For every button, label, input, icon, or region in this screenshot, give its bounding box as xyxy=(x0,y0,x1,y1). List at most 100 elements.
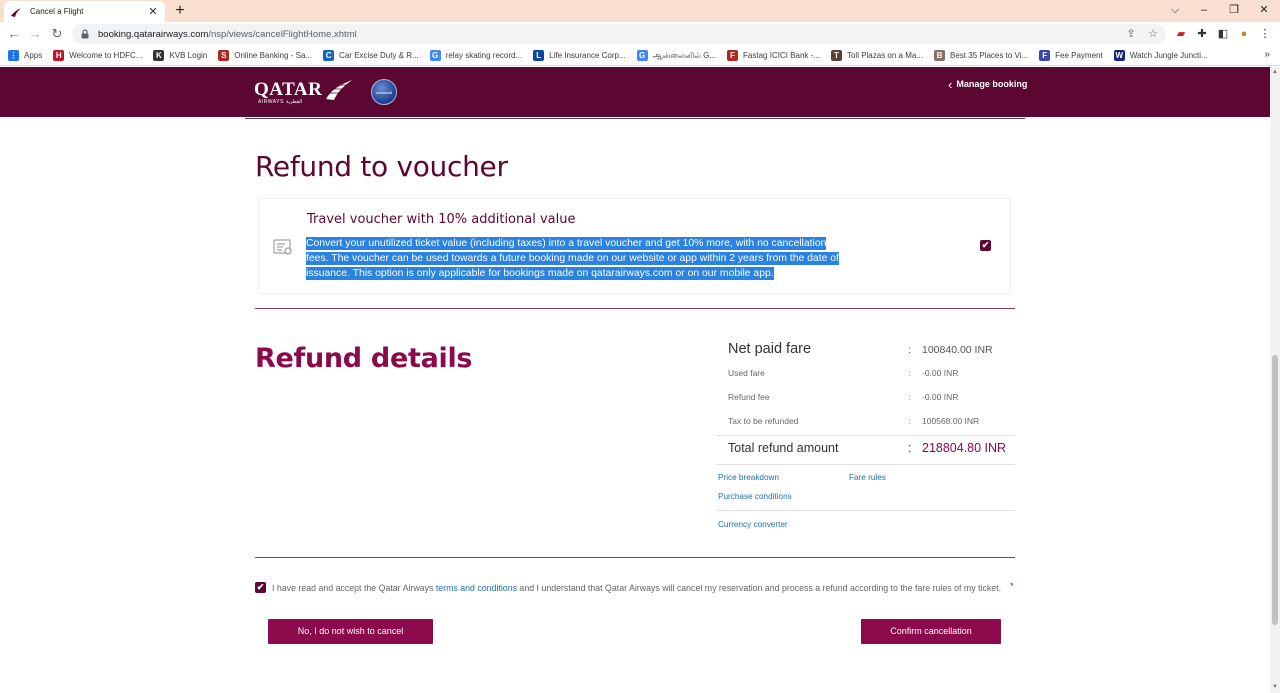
bookmark-favicon-icon: L xyxy=(533,50,545,61)
bookmark-item[interactable]: K KVB Login xyxy=(153,50,207,61)
bookmark-label: Watch Jungle Juncti... xyxy=(1129,51,1208,60)
bookmark-favicon-icon: G xyxy=(429,50,441,61)
fare-divider xyxy=(716,464,1015,465)
fare-value: 100568.00 INR xyxy=(922,416,980,426)
bookmark-favicon-icon: ⋮ xyxy=(8,50,19,61)
bookmark-item[interactable]: B Best 35 Places to Vi... xyxy=(934,50,1028,61)
fare-label: Total refund amount xyxy=(728,441,839,455)
bookmark-item[interactable]: Grelay skating record... xyxy=(429,50,523,61)
tab-search-icon[interactable]: ⌵ xyxy=(1160,0,1190,22)
bookmark-item[interactable]: ⋮ Apps xyxy=(8,50,42,61)
back-button[interactable]: ← xyxy=(6,25,22,43)
page-scrollbar[interactable]: ▲ ▼ xyxy=(1270,67,1280,693)
bookmark-star-icon[interactable]: ☆ xyxy=(1146,24,1160,44)
browser-menu-icon[interactable]: ⋮ xyxy=(1258,26,1272,42)
oneworld-logo: oneworld xyxy=(371,79,397,105)
bookmark-favicon-icon: G xyxy=(636,50,648,61)
bookmark-favicon-icon: F xyxy=(727,50,739,61)
section-divider xyxy=(255,308,1015,309)
site-header: QATAR AIRWAYS القطرية oneworld ‹ Manage … xyxy=(0,67,1270,117)
manage-booking-label: Manage booking xyxy=(956,79,1028,89)
bookmarks-more-icon[interactable]: » xyxy=(1264,49,1270,60)
bookmark-item[interactable]: L Life Insurance Corp... xyxy=(533,50,626,61)
bookmark-label: Online Banking - Sa... xyxy=(234,51,313,60)
voucher-description-text: Convert your unutilized ticket value (in… xyxy=(306,237,839,280)
scroll-up-icon[interactable]: ▲ xyxy=(1271,68,1279,76)
fare-value: -0.00 INR xyxy=(922,368,959,378)
price-breakdown-link[interactable]: Price breakdown xyxy=(718,473,779,482)
bookmark-item[interactable]: S Online Banking - Sa... xyxy=(218,50,312,61)
required-marker: * xyxy=(1010,581,1014,591)
consent-text-before: I have read and accept the Qatar Airways xyxy=(272,583,436,593)
oryx-logo-icon xyxy=(326,80,353,100)
fare-label: Used fare xyxy=(728,368,765,378)
terms-conditions-link[interactable]: terms and conditions xyxy=(436,583,517,593)
voucher-option-card[interactable]: Travel voucher with 10% additional value… xyxy=(258,198,1011,294)
do-not-cancel-button[interactable]: No, I do not wish to cancel xyxy=(268,619,433,644)
consent-checkbox[interactable]: ✔ xyxy=(255,582,266,593)
profile-avatar[interactable]: ● xyxy=(1237,26,1251,42)
bookmark-item[interactable]: T Toll Plazas on a Ma... xyxy=(830,50,923,61)
total-refund-amount: 218804.80 INR xyxy=(922,441,1007,455)
restore-button[interactable]: ❐ xyxy=(1219,0,1249,22)
bookmark-label: Fee Payment xyxy=(1055,51,1103,60)
qatar-favicon-icon xyxy=(11,7,21,17)
fare-rules-link[interactable]: Fare rules xyxy=(849,473,886,482)
voucher-option-title: Travel voucher with 10% additional value xyxy=(307,212,576,227)
share-icon[interactable]: ⇪ xyxy=(1124,24,1138,44)
minimize-button[interactable]: – xyxy=(1189,0,1219,22)
bookmark-favicon-icon: T xyxy=(830,50,842,61)
bookmark-item[interactable]: H Welcome to HDFC... xyxy=(53,50,142,61)
forward-button[interactable]: → xyxy=(27,25,43,43)
new-tab-button[interactable]: + xyxy=(172,2,188,20)
fare-colon: : xyxy=(908,441,912,455)
scroll-down-icon[interactable]: ▼ xyxy=(1271,683,1279,691)
oneworld-label: oneworld xyxy=(375,89,393,95)
bookmark-item[interactable]: G ஆன்லைனில் G... xyxy=(636,50,716,61)
bookmark-item[interactable]: F Fee Payment xyxy=(1039,50,1103,61)
consent-text: I have read and accept the Qatar Airways… xyxy=(272,581,1007,595)
extensions-puzzle-icon[interactable]: ✚ xyxy=(1195,26,1209,42)
consent-text-after: and I understand that Qatar Airways will… xyxy=(516,583,1002,593)
total-refund-row: Total refund amount : 218804.80 INR xyxy=(728,441,1008,455)
bookmark-item[interactable]: W Watch Jungle Juncti... xyxy=(1113,50,1208,61)
tax-refunded-row: Tax to be refunded : 100568.00 INR xyxy=(728,416,1008,426)
url-host: booking.qatarairways.com xyxy=(98,28,209,40)
currency-converter-link[interactable]: Currency converter xyxy=(718,520,788,529)
address-bar[interactable]: booking.qatarairways.com/nsp/views/cance… xyxy=(72,24,1166,44)
close-window-button[interactable]: ✕ xyxy=(1249,0,1279,22)
logo-wordmark: QATAR xyxy=(254,79,323,100)
extension-icon[interactable]: ▰ xyxy=(1174,26,1188,42)
fare-colon: : xyxy=(908,368,911,378)
manage-booking-link[interactable]: ‹ Manage booking xyxy=(948,78,1028,91)
bookmark-item[interactable]: F Fastag ICICI Bank -... xyxy=(727,50,820,61)
logo-subtitle: AIRWAYS القطرية xyxy=(258,99,303,105)
fare-label: Refund fee xyxy=(728,392,770,402)
bookmark-label: KVB Login xyxy=(169,51,208,60)
section-divider xyxy=(245,118,1025,119)
refund-fee-row: Refund fee : -0.00 INR xyxy=(728,392,1008,402)
voucher-checkbox[interactable]: ✔ xyxy=(980,240,991,251)
confirm-cancellation-button[interactable]: Confirm cancellation xyxy=(861,619,1001,644)
purchase-conditions-link[interactable]: Purchase conditions xyxy=(718,492,792,501)
bookmark-item[interactable]: C Car Excise Duty & R... xyxy=(323,50,419,61)
fare-value: 100840.00 INR xyxy=(922,344,993,356)
bookmark-label: relay skating record... xyxy=(445,51,523,60)
fare-colon: : xyxy=(908,416,911,426)
used-fare-row: Used fare : -0.00 INR xyxy=(728,368,1008,378)
bookmark-favicon-icon: C xyxy=(323,50,335,61)
qatar-airways-logo[interactable]: QATAR AIRWAYS القطرية xyxy=(254,79,354,105)
browser-tab[interactable]: Cancel a Flight ✕ xyxy=(4,1,165,22)
bookmarks-bar: ⋮ Apps H Welcome to HDFC... K KVB Login S Onlin… xyxy=(0,46,1280,66)
side-panel-icon[interactable]: ◧ xyxy=(1216,26,1230,42)
bookmark-favicon-icon: K xyxy=(153,50,165,61)
bookmark-favicon-icon: B xyxy=(934,50,946,61)
bookmark-favicon-icon: H xyxy=(53,50,65,61)
lock-icon[interactable] xyxy=(80,29,90,39)
reload-button[interactable]: ↻ xyxy=(49,25,65,43)
url-path: /nsp/views/cancelFlightHome.xhtml xyxy=(208,28,357,40)
bookmark-label: Fastag ICICI Bank -... xyxy=(743,51,820,60)
tab-close-icon[interactable]: ✕ xyxy=(147,5,159,18)
scrollbar-thumb[interactable] xyxy=(1272,355,1278,625)
browser-toolbar: ← → ↻ booking.qatarairways.com/nsp/views… xyxy=(0,22,1280,46)
